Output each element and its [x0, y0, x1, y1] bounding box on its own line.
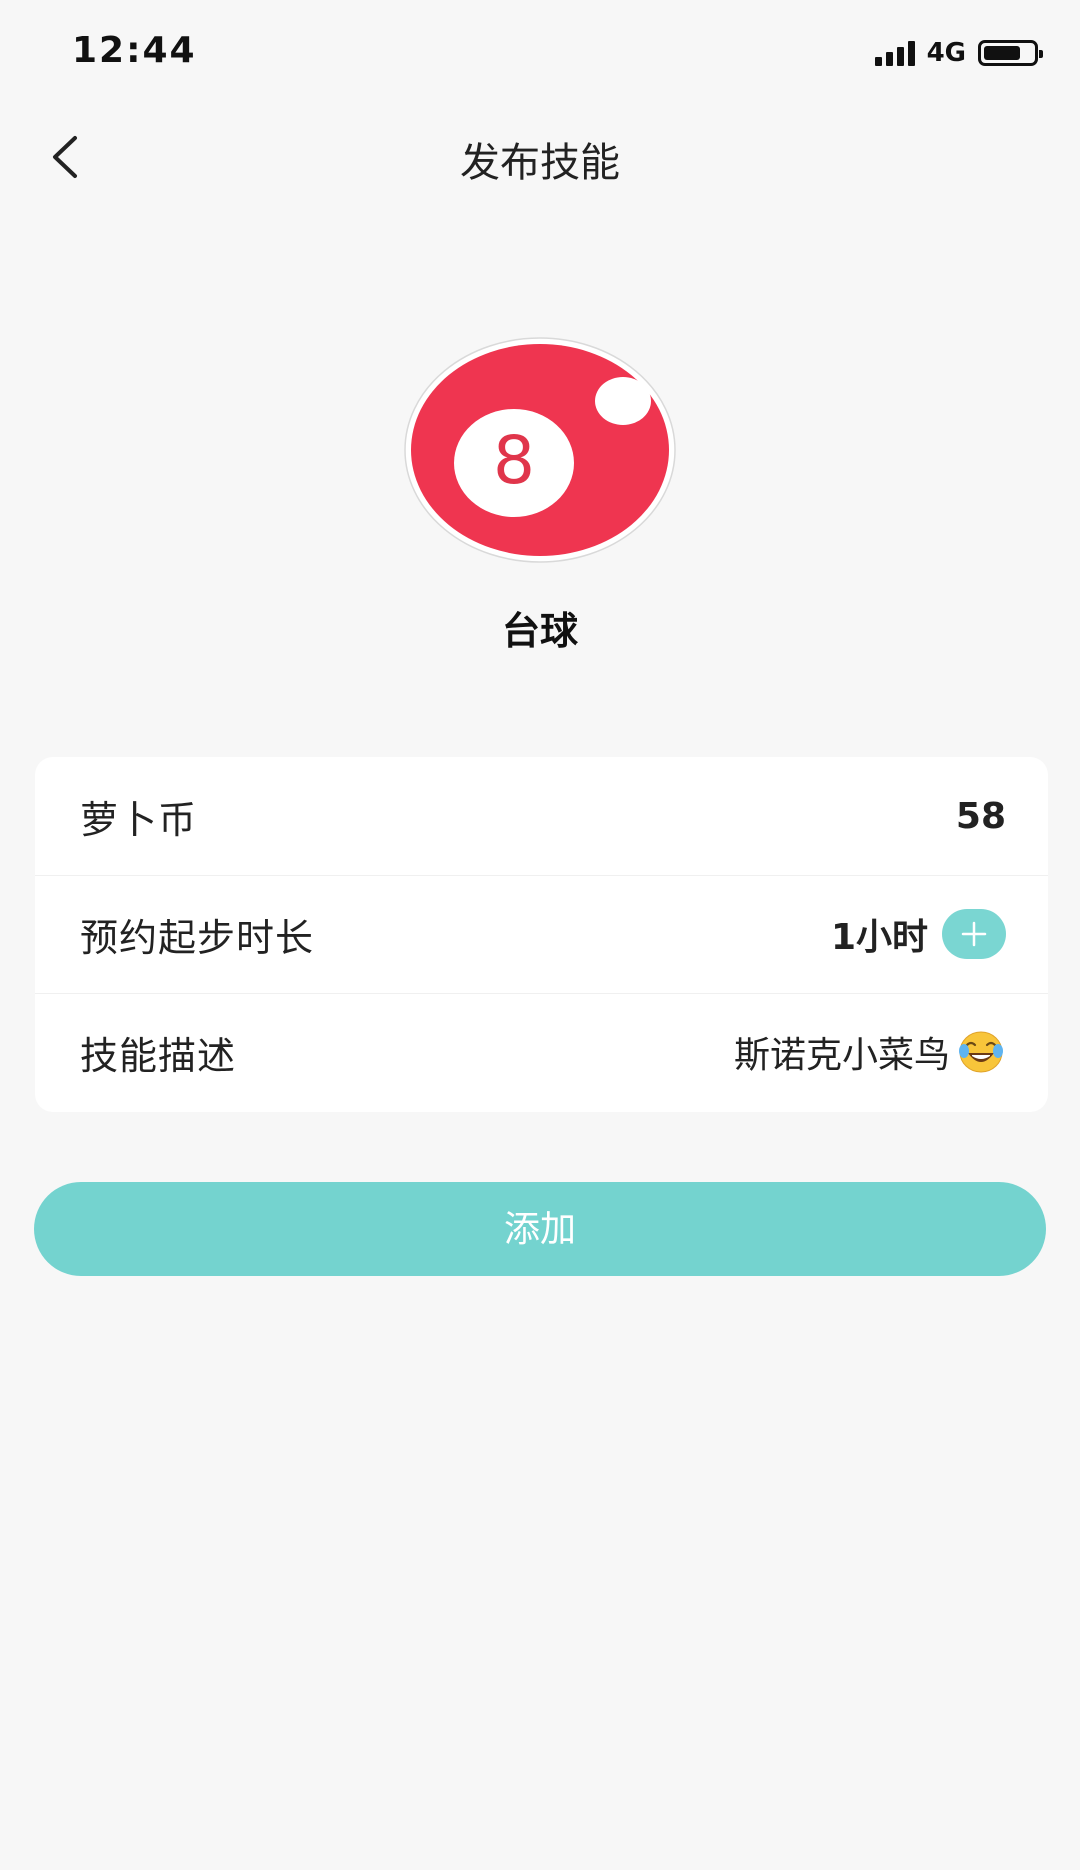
status-bar: 12:44 4G [0, 0, 1080, 110]
add-button[interactable]: 添加 [34, 1182, 1046, 1276]
battery-level [984, 46, 1020, 60]
duration-value-group: 1小时 [831, 908, 1006, 960]
form-row-duration[interactable]: 预约起步时长 1小时 [35, 875, 1048, 993]
billiard-ball-number: 8 [493, 422, 535, 499]
coins-value: 58 [955, 795, 1006, 837]
form-row-description[interactable]: 技能描述 斯诺克小菜鸟 [35, 993, 1048, 1111]
description-value: 斯诺克小菜鸟 [733, 1035, 950, 1076]
status-indicators: 4G [874, 38, 1043, 68]
page-title: 发布技能 [460, 140, 620, 186]
description-label: 技能描述 [80, 1033, 237, 1078]
skill-name: 台球 [501, 609, 578, 653]
form-row-coins[interactable]: 萝卜币 58 [35, 757, 1048, 875]
nav-bar: 发布技能 [0, 110, 1080, 200]
duration-plus-button[interactable] [942, 909, 1006, 959]
duration-value: 1小时 [830, 917, 928, 958]
duration-label: 预约起步时长 [80, 915, 315, 960]
billiard-ball-icon: 8 [402, 335, 678, 565]
signal-icon [874, 40, 915, 66]
battery-icon [978, 40, 1043, 66]
status-time: 12:44 [72, 30, 197, 71]
skill-form-card: 萝卜币 58 预约起步时长 1小时 技能描述 斯诺克小菜鸟 [35, 757, 1048, 1112]
network-type: 4G [926, 38, 966, 68]
tears-of-joy-emoji-icon [959, 1031, 1003, 1073]
description-value-group: 斯诺克小菜鸟 [734, 1026, 1006, 1078]
coins-label: 萝卜币 [80, 797, 198, 842]
plus-icon [961, 921, 987, 947]
